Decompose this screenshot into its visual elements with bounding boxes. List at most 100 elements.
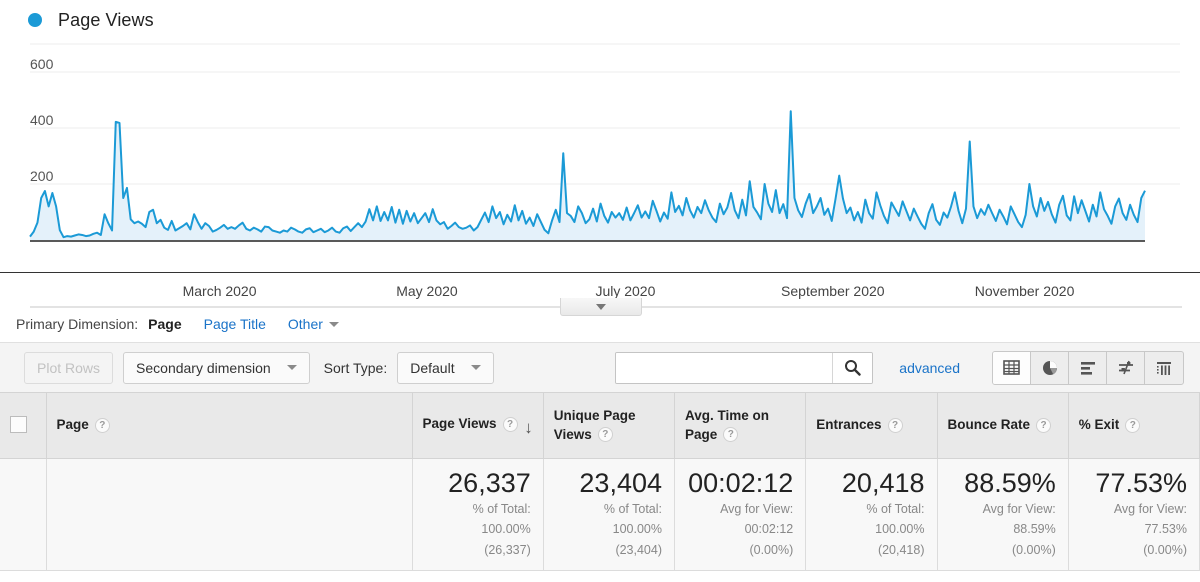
column-header-avg-time-on-page[interactable]: Avg. Time on Page? [675,393,806,459]
pie-chart-view-button[interactable] [1031,352,1069,384]
search-input[interactable] [616,353,832,383]
sort-type-value: Default [410,360,454,376]
pivot-view-icon [1155,360,1173,376]
chart-legend-label: Page Views [58,10,154,31]
performance-view-button[interactable] [1069,352,1107,384]
summary-page-views-line2: 100.00% [425,521,531,538]
x-axis-tick-november: November 2020 [975,283,1075,299]
summary-exit-rate-line1: Avg for View: [1081,501,1187,518]
search-button[interactable] [832,353,872,383]
page-views-chart[interactable]: 600 400 200 [0,40,1200,272]
column-header-bounce-rate-label: Bounce Rate [948,417,1031,432]
chevron-down-icon [329,322,339,327]
comparison-view-icon [1117,359,1135,376]
column-header-bounce-rate[interactable]: Bounce Rate? [937,393,1068,459]
summary-page-views-line3: (26,337) [425,542,531,559]
summary-avg-time-value: 00:02:12 [687,469,793,498]
performance-view-icon [1079,360,1097,376]
column-header-page-views[interactable]: ↓ Page Views? [412,393,543,459]
column-header-page-label: Page [57,417,89,432]
summary-exit-rate-value: 77.53% [1081,469,1187,498]
pie-chart-view-icon [1041,359,1059,377]
summary-unique-page-views-value: 23,404 [556,469,662,498]
primary-dimension-page-title[interactable]: Page Title [204,316,266,332]
summary-bounce-rate-line2: 88.59% [950,521,1056,538]
table-view-button[interactable] [993,352,1031,384]
summary-entrances-line2: 100.00% [818,521,924,538]
x-axis-tick-september: September 2020 [781,283,885,299]
summary-bounce-rate-cell: 88.59% Avg for View: 88.59% (0.00%) [937,459,1068,571]
page-views-chart-svg [0,40,1200,272]
primary-dimension-page[interactable]: Page [148,316,181,332]
summary-avg-time-line3: (0.00%) [687,542,793,559]
secondary-dimension-label: Secondary dimension [136,360,271,376]
chart-line [30,111,1145,237]
table-view-icon [1003,359,1020,376]
table-summary-row: 26,337 % of Total: 100.00% (26,337) 23,4… [0,459,1200,571]
chart-collapse-toggle[interactable] [560,298,642,316]
comparison-view-button[interactable] [1107,352,1145,384]
primary-dimension-other-label: Other [288,316,323,332]
select-all-header [0,393,46,459]
column-header-unique-page-views[interactable]: Unique Page Views? [543,393,674,459]
y-axis-tick-200: 200 [30,169,53,183]
y-axis-tick-400: 400 [30,113,53,127]
summary-page-views-line1: % of Total: [425,501,531,518]
help-icon[interactable]: ? [95,418,110,433]
help-icon[interactable]: ? [1125,418,1140,433]
chevron-down-icon [471,365,481,370]
help-icon[interactable]: ? [1036,418,1051,433]
summary-row-page-cell [46,459,412,571]
primary-dimension-other[interactable]: Other [288,316,339,332]
summary-entrances-value: 20,418 [818,469,924,498]
summary-entrances-line1: % of Total: [818,501,924,518]
summary-avg-time-on-page-cell: 00:02:12 Avg for View: 00:02:12 (0.00%) [675,459,806,571]
column-header-entrances[interactable]: Entrances? [806,393,937,459]
plot-rows-button[interactable]: Plot Rows [24,352,113,384]
column-header-exit-rate-label: % Exit [1079,417,1120,432]
column-header-exit-rate[interactable]: % Exit? [1068,393,1199,459]
secondary-dimension-button[interactable]: Secondary dimension [123,352,310,384]
summary-exit-rate-cell: 77.53% Avg for View: 77.53% (0.00%) [1068,459,1199,571]
x-axis-tick-may: May 2020 [396,283,457,299]
summary-exit-rate-line3: (0.00%) [1081,542,1187,559]
table-toolbar: Plot Rows Secondary dimension Sort Type:… [0,342,1200,392]
column-header-unique-page-views-label: Unique Page Views [554,408,636,441]
summary-page-views-cell: 26,337 % of Total: 100.00% (26,337) [412,459,543,571]
help-icon[interactable]: ? [723,427,738,442]
pages-report-table: Page? ↓ Page Views? Unique Page Views? A… [0,392,1200,571]
summary-bounce-rate-line3: (0.00%) [950,542,1056,559]
chevron-down-icon [287,365,297,370]
sort-type-button[interactable]: Default [397,352,493,384]
primary-dimension-label: Primary Dimension: [16,316,138,332]
page-views-legend-dot [28,13,42,27]
column-header-entrances-label: Entrances [816,417,881,432]
summary-entrances-line3: (20,418) [818,542,924,559]
y-axis-tick-600: 600 [30,57,53,71]
view-type-switcher [992,351,1184,385]
help-icon[interactable]: ? [598,427,613,442]
pivot-view-button[interactable] [1145,352,1183,384]
chart-legend: Page Views [0,0,1200,40]
summary-bounce-rate-line1: Avg for View: [950,501,1056,518]
chevron-down-icon [596,304,606,310]
summary-avg-time-line2: 00:02:12 [687,521,793,538]
plot-rows-label: Plot Rows [37,360,100,376]
summary-avg-time-line1: Avg for View: [687,501,793,518]
help-icon[interactable]: ? [503,417,518,432]
search-icon [844,359,861,376]
advanced-link[interactable]: advanced [899,360,960,376]
summary-unique-page-views-line1: % of Total: [556,501,662,518]
sort-type-label: Sort Type: [324,360,388,376]
x-axis-tick-july: July 2020 [595,283,655,299]
summary-bounce-rate-value: 88.59% [950,469,1056,498]
column-header-page[interactable]: Page? [46,393,412,459]
sort-descending-icon: ↓ [524,419,533,436]
summary-page-views-value: 26,337 [425,469,531,498]
select-all-checkbox[interactable] [10,416,27,433]
summary-entrances-cell: 20,418 % of Total: 100.00% (20,418) [806,459,937,571]
help-icon[interactable]: ? [888,418,903,433]
x-axis-tick-march: March 2020 [183,283,257,299]
summary-exit-rate-line2: 77.53% [1081,521,1187,538]
summary-unique-page-views-cell: 23,404 % of Total: 100.00% (23,404) [543,459,674,571]
